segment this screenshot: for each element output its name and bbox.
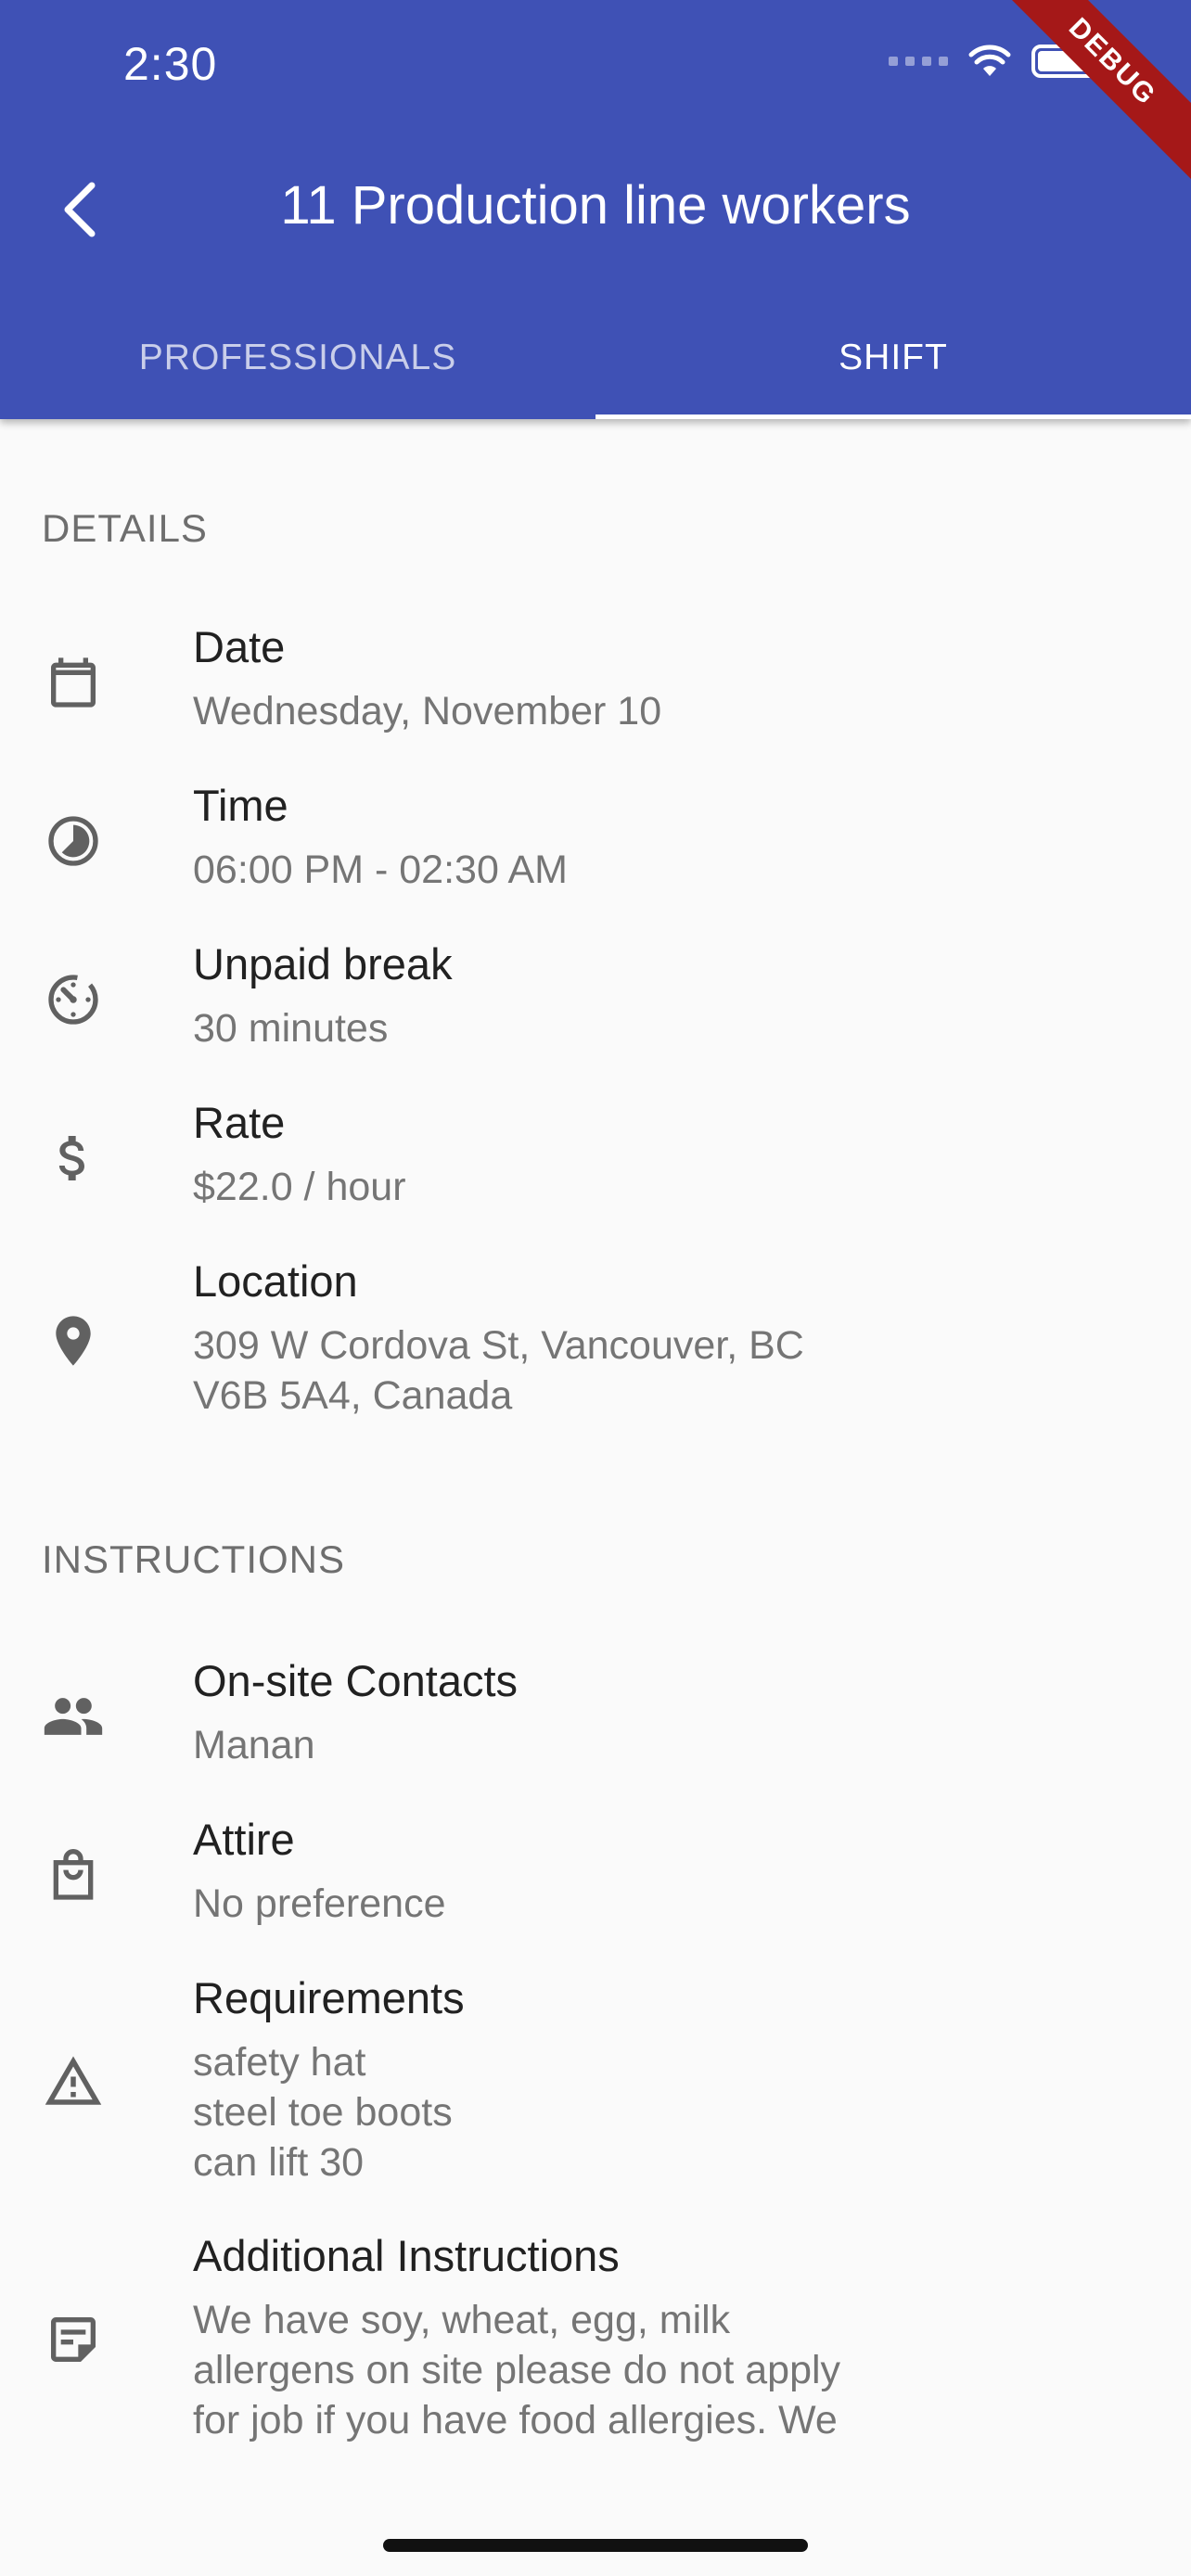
cellular-signal-icon: [889, 57, 948, 66]
shopping-bag-icon: [40, 1842, 107, 1908]
details-header: DETAILS: [42, 506, 208, 550]
page-title: 11 Production line workers: [280, 175, 911, 236]
tab-bar: PROFESSIONALS SHIFT: [0, 297, 1191, 419]
time-label: Time: [193, 781, 288, 830]
requirement-line-2: steel toe boots: [193, 2090, 453, 2135]
location-line-2: V6B 5A4, Canada: [193, 1373, 513, 1418]
unpaid-break-label: Unpaid break: [193, 939, 453, 988]
dollar-icon: [40, 1125, 107, 1192]
additional-instructions-line-2: allergens on site please do not apply: [193, 2348, 841, 2392]
home-indicator[interactable]: [383, 2539, 808, 2552]
wifi-icon: [968, 45, 1011, 76]
requirement-line-3: can lift 30: [193, 2140, 365, 2185]
rate-label: Rate: [193, 1098, 286, 1147]
rate-value: $22.0 / hour: [193, 1165, 406, 1209]
people-icon: [40, 1683, 107, 1750]
instructions-header: INSTRUCTIONS: [42, 1537, 345, 1581]
timer-icon: [40, 966, 107, 1033]
date-label: Date: [193, 622, 286, 671]
additional-instructions-label: Additional Instructions: [193, 2231, 620, 2280]
tab-professionals[interactable]: PROFESSIONALS: [0, 297, 596, 419]
tab-shift[interactable]: SHIFT: [596, 297, 1191, 419]
app-bar: 2:30 11 Production line workers PROFESSI…: [0, 0, 1191, 419]
calendar-icon: [40, 649, 107, 716]
date-value: Wednesday, November 10: [193, 689, 662, 733]
onsite-contacts-label: On-site Contacts: [193, 1656, 519, 1705]
attire-value: No preference: [193, 1881, 446, 1926]
warning-icon: [40, 2048, 107, 2115]
location-pin-icon: [40, 1307, 107, 1374]
additional-instructions-line-1: We have soy, wheat, egg, milk: [193, 2298, 731, 2342]
onsite-contacts-value: Manan: [193, 1723, 315, 1767]
additional-instructions-line-3: for job if you have food allergies. We: [193, 2398, 838, 2442]
location-label: Location: [193, 1256, 358, 1306]
requirement-line-1: safety hat: [193, 2040, 366, 2085]
location-line-1: 309 W Cordova St, Vancouver, BC: [193, 1323, 804, 1368]
status-time: 2:30: [123, 38, 218, 90]
time-value: 06:00 PM - 02:30 AM: [193, 848, 568, 892]
requirements-label: Requirements: [193, 1973, 465, 2022]
notes-icon: [40, 2306, 107, 2373]
unpaid-break-value: 30 minutes: [193, 1006, 389, 1051]
clock-icon: [40, 808, 107, 874]
attire-label: Attire: [193, 1815, 295, 1864]
